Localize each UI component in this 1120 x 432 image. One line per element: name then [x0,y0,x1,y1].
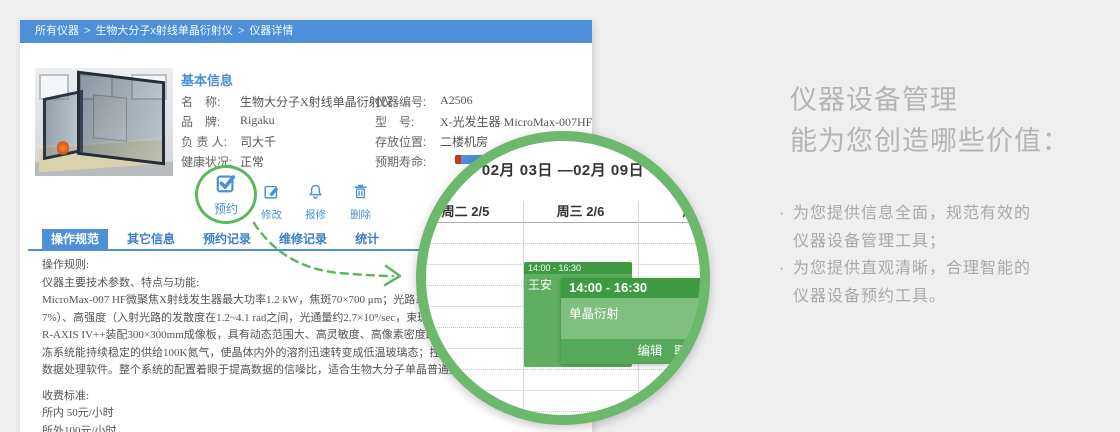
field-value-name: 生物大分子X射线单晶衍射仪 [240,95,393,109]
basic-info-title: 基本信息 [181,73,234,88]
calendar-header-divider [426,222,700,223]
marketing-heading-line1: 仪器设备管理 [790,85,958,115]
checkbox-check-icon [215,172,237,199]
calendar-magnifier: 02月 03日 —02月 09日 周二 2/5 周三 2/6 周四 14:00 … [416,131,710,425]
field-label-lifespan: 预期寿命: [375,155,427,169]
field-label-manager: 负 责 人: [181,135,228,149]
marketing-heading-line2: 能为您创造哪些价值： [790,126,1070,156]
fees-external: 所外100元/小时 [42,424,117,432]
bullet-text: 为您提供信息全面，规范有效的 [793,205,1032,222]
photo-glass-panel [77,70,165,166]
trash-icon [352,183,369,205]
breadcrumb-separator: > [84,25,91,37]
reserve-label: 预约 [213,202,238,216]
marketing-heading: 仪器设备管理 能为您创造哪些价值： [790,80,1070,162]
field-label-brand: 品 牌: [181,115,221,129]
bullet-dot: · [779,205,786,222]
field-label-serial: 仪器编号: [375,95,427,109]
calendar-week-range: 02月 03日 —02月 09日 [481,162,645,179]
calendar-day-header-tue: 周二 2/5 [441,204,490,219]
info-row: 品 牌: Rigaku 型 号: X-光发生器 MicroMax-007HF [181,113,592,129]
breadcrumb-item-instrument[interactable]: 生物大分子x射线单晶衍射仪 [95,25,233,37]
bullet-text: 为您提供直观清晰，合理智能的 [793,260,1032,277]
bullet-text-cont: 仪器设备预约工具。 [793,287,947,305]
instrument-photo [35,68,173,176]
field-value-brand: Rigaku [240,113,275,127]
field-label-name: 名 称: [181,95,221,109]
event-popup: 14:00 - 16:30 单晶衍射 编辑 取消 [561,278,700,364]
popup-edit-button[interactable]: 编辑 [637,344,662,358]
marketing-bullet: · 为您提供直观清晰，合理智能的 [779,255,1031,283]
field-value-model: X-光发生器 MicroMax-007HF [440,115,592,129]
marketing-bullet: · 为您提供信息全面，规范有效的 [779,200,1031,228]
tab-operation-spec[interactable]: 操作规范 [42,229,109,249]
calendar-day-header-thu: 周四 [682,204,709,219]
screen: 所有仪器 > 生物大分子x射线单晶衍射仪 > 仪器详情 基本信息 名 称: 生物大分子X… [0,0,1120,432]
breadcrumb: 所有仪器 > 生物大分子x射线单晶衍射仪 > 仪器详情 [20,20,592,43]
marketing-bullets: · 为您提供信息全面，规范有效的 仪器设备管理工具； · 为您提供直观清晰，合理… [779,200,1031,310]
breadcrumb-separator: > [237,25,245,37]
popup-cancel-button[interactable]: 取消 [674,344,699,358]
tab-other-info[interactable]: 其它信息 [118,229,184,249]
event-time: 14:00 - 16:30 [524,262,632,274]
calendar-gridline [426,369,700,370]
field-value-location: 二楼机房 [440,135,489,149]
photo-orange-glow [57,140,69,156]
dashed-arrow [252,221,402,287]
field-value-serial: A2506 [440,93,473,107]
bullet-dot: · [779,260,786,277]
breadcrumb-item-all-instruments[interactable]: 所有仪器 [35,25,79,37]
popup-time: 14:00 - 16:30 [561,278,700,298]
calendar-gridline [426,411,700,412]
info-row: 名 称: 生物大分子X射线单晶衍射仪 仪器编号: A2506 [181,93,581,109]
calendar-gridline [426,390,700,391]
field-value-health: 正常 [240,155,265,169]
field-label-model: 型 号: [375,115,415,129]
popup-footer: 编辑 取消 [561,339,700,364]
bullet-text-cont: 仪器设备管理工具； [793,232,947,250]
bell-icon [307,183,324,205]
calendar-day-header-wed: 周三 2/6 [556,204,605,219]
field-label-location: 存放位置: [375,135,427,149]
breadcrumb-item-detail: 仪器详情 [249,25,294,37]
popup-title: 单晶衍射 [569,307,620,321]
field-value-manager: 司大千 [240,135,277,149]
calendar-gridline [426,243,700,244]
edit-icon [263,183,280,205]
